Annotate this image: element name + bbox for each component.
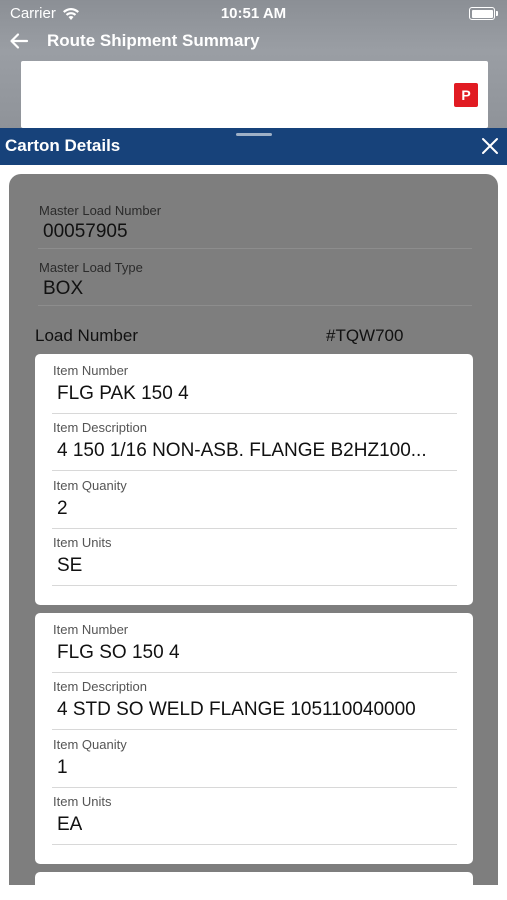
carton-details-panel: Master Load Number 00057905 Master Load … [9, 174, 498, 885]
item-card: Item Number FLG PAK 150 4 Item Descripti… [35, 354, 473, 605]
field-label: Item Units [53, 794, 112, 809]
navigation-bar: Route Shipment Summary [0, 28, 507, 56]
field-label: Item Quanity [53, 478, 127, 493]
item-card: Item Number FLG SO 150 4 Item Descriptio… [35, 613, 473, 864]
master-load-type-field: Master Load Type BOX [38, 255, 472, 306]
master-load-number-field: Master Load Number 00057905 [38, 198, 472, 249]
item-units-field: Item Units SE [52, 529, 457, 586]
status-bar: Carrier 10:51 AM [0, 0, 507, 28]
field-label: Item Units [53, 535, 112, 550]
load-number-value: #TQW700 [326, 326, 404, 345]
load-number-row: Load Number #TQW700 [35, 326, 475, 350]
field-label: Master Load Number [39, 203, 162, 218]
field-label: Item Number [53, 622, 129, 637]
arrow-left-icon[interactable] [8, 30, 30, 52]
item-description-field: Item Description 4 STD SO WELD FLANGE 10… [52, 673, 457, 730]
drag-handle[interactable] [236, 133, 272, 136]
shipment-summary-card[interactable]: P [21, 61, 488, 128]
item-card [35, 872, 473, 885]
field-value: FLG SO 150 4 [57, 642, 180, 663]
field-label: Item Description [53, 679, 147, 694]
field-value: SE [57, 555, 83, 576]
field-value: FLG PAK 150 4 [57, 383, 189, 404]
item-description-field: Item Description 4 150 1/16 NON-ASB. FLA… [52, 414, 457, 471]
item-number-field: Item Number FLG SO 150 4 [52, 616, 457, 673]
close-icon[interactable] [481, 137, 499, 155]
item-number-field: Item Number FLG PAK 150 4 [52, 357, 457, 414]
load-number-label: Load Number [35, 326, 139, 345]
sheet-header: Carton Details [0, 128, 507, 165]
item-quantity-field: Item Quanity 2 [52, 472, 457, 529]
item-units-field: Item Units EA [52, 788, 457, 845]
field-value: 4 150 1/16 NON-ASB. FLANGE B2HZ100... [57, 440, 427, 461]
field-label: Master Load Type [39, 260, 143, 275]
field-value: 4 STD SO WELD FLANGE 105110040000 [57, 699, 416, 720]
field-label: Item Quanity [53, 737, 127, 752]
sheet-body: Master Load Number 00057905 Master Load … [0, 165, 507, 900]
field-value: 1 [57, 757, 68, 778]
sheet-title: Carton Details [5, 136, 121, 155]
battery-icon [469, 7, 498, 20]
status-time: 10:51 AM [220, 5, 287, 22]
status-badge: P [454, 83, 478, 107]
field-label: Item Number [53, 363, 129, 378]
field-value: EA [57, 814, 83, 835]
item-quantity-field: Item Quanity 1 [52, 731, 457, 788]
page-title: Route Shipment Summary [47, 31, 260, 50]
field-value: 2 [57, 498, 68, 519]
field-value: BOX [43, 278, 84, 299]
field-label: Item Description [53, 420, 147, 435]
field-value: 00057905 [43, 221, 128, 242]
